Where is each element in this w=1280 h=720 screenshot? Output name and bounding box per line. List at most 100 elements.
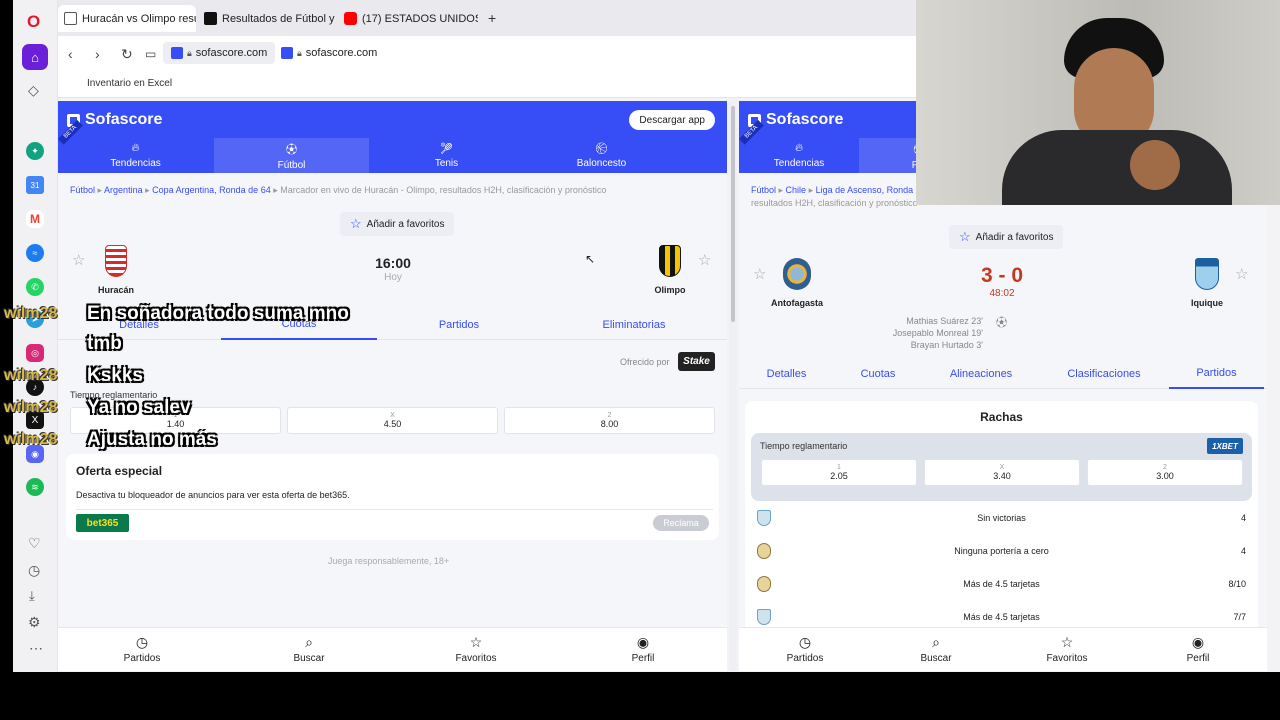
tab-resultados[interactable]: Resultados de Fútbol y po bbox=[198, 5, 336, 32]
crest-shape bbox=[105, 245, 127, 277]
streak-row[interactable]: Sin victorias 4 bbox=[757, 505, 1246, 531]
chat-username: wilm28 bbox=[4, 305, 58, 322]
back-icon[interactable]: ‹ bbox=[68, 46, 73, 62]
away-favorite-star-icon[interactable]: ☆ bbox=[698, 251, 711, 269]
bottom-nav-favoritos[interactable]: ☆ Favoritos bbox=[1027, 634, 1107, 664]
heart-icon[interactable]: ♡ bbox=[28, 535, 41, 552]
breadcrumb-link[interactable]: Fútbol bbox=[751, 185, 776, 195]
stake-logo[interactable]: Stake bbox=[678, 352, 715, 371]
antofagasta-crest-icon bbox=[782, 257, 812, 291]
new-tab-button[interactable]: + bbox=[488, 10, 496, 26]
add-favorite-button[interactable]: ☆ Añadir a favoritos bbox=[340, 212, 455, 236]
split-view-icon[interactable]: ▭ bbox=[145, 47, 156, 61]
add-favorite-button[interactable]: ☆ Añadir a favoritos bbox=[949, 225, 1064, 249]
home-favorite-star-icon[interactable]: ☆ bbox=[72, 251, 85, 269]
home-team-name[interactable]: Antofagasta bbox=[757, 298, 837, 308]
tab-eliminatorias[interactable]: Eliminatorias bbox=[541, 310, 727, 340]
bet365-logo[interactable]: bet365 bbox=[76, 514, 129, 532]
url-field-right[interactable]: 🔒︎ sofascore.com bbox=[273, 42, 385, 64]
gmail-icon[interactable]: M bbox=[26, 210, 44, 228]
tab-cuotas[interactable]: Cuotas bbox=[834, 359, 922, 389]
breadcrumb-link[interactable]: Chile bbox=[786, 185, 807, 195]
streak-label: Sin victorias bbox=[977, 513, 1026, 523]
lock-icon: 🔒︎ bbox=[187, 47, 192, 58]
tab-huracan-olimpo[interactable]: Huracán vs Olimpo resulta bbox=[58, 5, 196, 32]
scrollbar-thumb[interactable] bbox=[731, 106, 735, 322]
settings-icon[interactable]: ⚙ bbox=[28, 614, 41, 631]
nav-tendencias[interactable]: 🔥︎ Tendencias bbox=[739, 138, 859, 173]
bottom-nav-partidos[interactable]: ◷ Partidos bbox=[102, 634, 182, 664]
bottom-nav-label: Partidos bbox=[786, 653, 824, 664]
youtube-icon bbox=[344, 12, 357, 25]
1xbet-logo[interactable]: 1XBET bbox=[1207, 438, 1243, 454]
tab-alineaciones[interactable]: Alineaciones bbox=[922, 359, 1040, 389]
nav-tenis[interactable]: 🎾︎ Tenis bbox=[369, 138, 524, 173]
bookmark-item[interactable]: Inventario en Excel bbox=[87, 78, 172, 89]
away-team-name[interactable]: Iquique bbox=[1167, 298, 1247, 308]
match-time: 16:00 bbox=[375, 255, 411, 271]
breadcrumb-link[interactable]: Fútbol bbox=[70, 185, 95, 195]
calendar-icon[interactable]: 31 bbox=[26, 176, 44, 194]
left-page: Sofascore BETA Descargar app 🔥︎ Tendencia… bbox=[58, 101, 727, 671]
bottom-nav-perfil[interactable]: ◉ Perfil bbox=[1158, 634, 1238, 664]
bottom-nav-partidos[interactable]: ◷ Partidos bbox=[765, 634, 845, 664]
tab-youtube[interactable]: (17) ESTADOS UNIDOS re bbox=[338, 5, 478, 32]
nav-label: Tendencias bbox=[110, 158, 161, 169]
url-field-left[interactable]: 🔒︎ sofascore.com bbox=[163, 42, 276, 64]
download-app-button[interactable]: Descargar app bbox=[629, 110, 715, 130]
match-minute: 48:02 bbox=[989, 288, 1015, 299]
bottom-nav-perfil[interactable]: ◉ Perfil bbox=[603, 634, 683, 664]
odd-away[interactable]: 2 8.00 bbox=[504, 407, 715, 434]
instagram-icon[interactable]: ◎ bbox=[26, 344, 44, 362]
nav-baloncesto[interactable]: 🏀︎ Baloncesto bbox=[524, 138, 679, 173]
tab-detalles[interactable]: Detalles bbox=[739, 359, 834, 389]
history-icon[interactable]: ◷ bbox=[28, 562, 40, 579]
chatgpt-icon[interactable]: ✦ bbox=[26, 142, 44, 160]
nav-tendencias[interactable]: 🔥︎ Tendencias bbox=[58, 138, 213, 173]
claim-button[interactable]: Reclama bbox=[653, 515, 709, 531]
odd-draw[interactable]: X 3.40 bbox=[924, 459, 1080, 486]
tab-partidos[interactable]: Partidos bbox=[378, 310, 540, 340]
reload-icon[interactable]: ↻ bbox=[121, 46, 133, 63]
bottom-nav-favoritos[interactable]: ☆ Favoritos bbox=[436, 634, 516, 664]
odd-draw[interactable]: X 4.50 bbox=[287, 407, 498, 434]
odd-home[interactable]: 1 2.05 bbox=[761, 459, 917, 486]
stream-frame: O ⌂ ◇ ✦ 31 M ≈ ✆ ➤ ◎ ♪ X ◉ ≋ ♡ ◷ ⤓ ⚙ ⋯ H… bbox=[0, 0, 1280, 720]
streak-label: Más de 4.5 tarjetas bbox=[963, 612, 1040, 622]
download-icon[interactable]: ⤓ bbox=[29, 588, 35, 604]
breadcrumb-link[interactable]: Copa Argentina, Ronda de 64 bbox=[152, 185, 271, 195]
home-team-name[interactable]: Huracán bbox=[76, 285, 156, 295]
breadcrumb-link[interactable]: Argentina bbox=[104, 185, 143, 195]
spotify-icon[interactable]: ≋ bbox=[26, 478, 44, 496]
home-favorite-star-icon[interactable]: ☆ bbox=[753, 265, 766, 283]
clock-icon: ◷ bbox=[798, 634, 812, 650]
messenger-icon[interactable]: ≈ bbox=[26, 244, 44, 262]
home-icon[interactable]: ⌂ bbox=[22, 44, 48, 70]
streak-row[interactable]: Ninguna portería a cero 4 bbox=[757, 538, 1246, 564]
streak-label: Más de 4.5 tarjetas bbox=[963, 579, 1040, 589]
whatsapp-icon[interactable]: ✆ bbox=[26, 278, 44, 296]
odd-away[interactable]: 2 3.00 bbox=[1087, 459, 1243, 486]
away-favorite-star-icon[interactable]: ☆ bbox=[1235, 265, 1248, 283]
forward-icon[interactable]: › bbox=[95, 46, 100, 62]
more-icon[interactable]: ⋯ bbox=[29, 640, 43, 657]
offer-text: Desactiva tu bloqueador de anuncios para… bbox=[76, 490, 350, 500]
person-hand bbox=[1130, 140, 1180, 190]
opera-logo-icon[interactable]: O bbox=[27, 12, 40, 32]
tab-clasificaciones[interactable]: Clasificaciones bbox=[1040, 359, 1168, 389]
streak-row[interactable]: Más de 4.5 tarjetas 8/10 bbox=[757, 571, 1246, 597]
bottom-nav-label: Partidos bbox=[123, 653, 161, 664]
nav-futbol[interactable]: ⚽︎ Fútbol bbox=[214, 138, 369, 173]
chat-username: wilm28 bbox=[4, 431, 58, 448]
bottom-nav-buscar[interactable]: ⌕ Buscar bbox=[896, 634, 976, 664]
tab-partidos[interactable]: Partidos bbox=[1169, 359, 1264, 389]
tab-title: Huracán vs Olimpo resulta bbox=[82, 12, 196, 25]
away-team-name[interactable]: Olimpo bbox=[630, 285, 710, 295]
responsible-gambling-text: Juega responsablemente, 18+ bbox=[327, 556, 450, 566]
bottom-nav-buscar[interactable]: ⌕ Buscar bbox=[269, 634, 349, 664]
odd-value: 2.05 bbox=[830, 471, 848, 481]
url-text: sofascore.com bbox=[195, 47, 268, 59]
pin-icon[interactable]: ◇ bbox=[28, 82, 39, 99]
breadcrumb-link[interactable]: Liga de Ascenso, Ronda bbox=[816, 185, 914, 195]
site-favicon-icon bbox=[204, 12, 217, 25]
